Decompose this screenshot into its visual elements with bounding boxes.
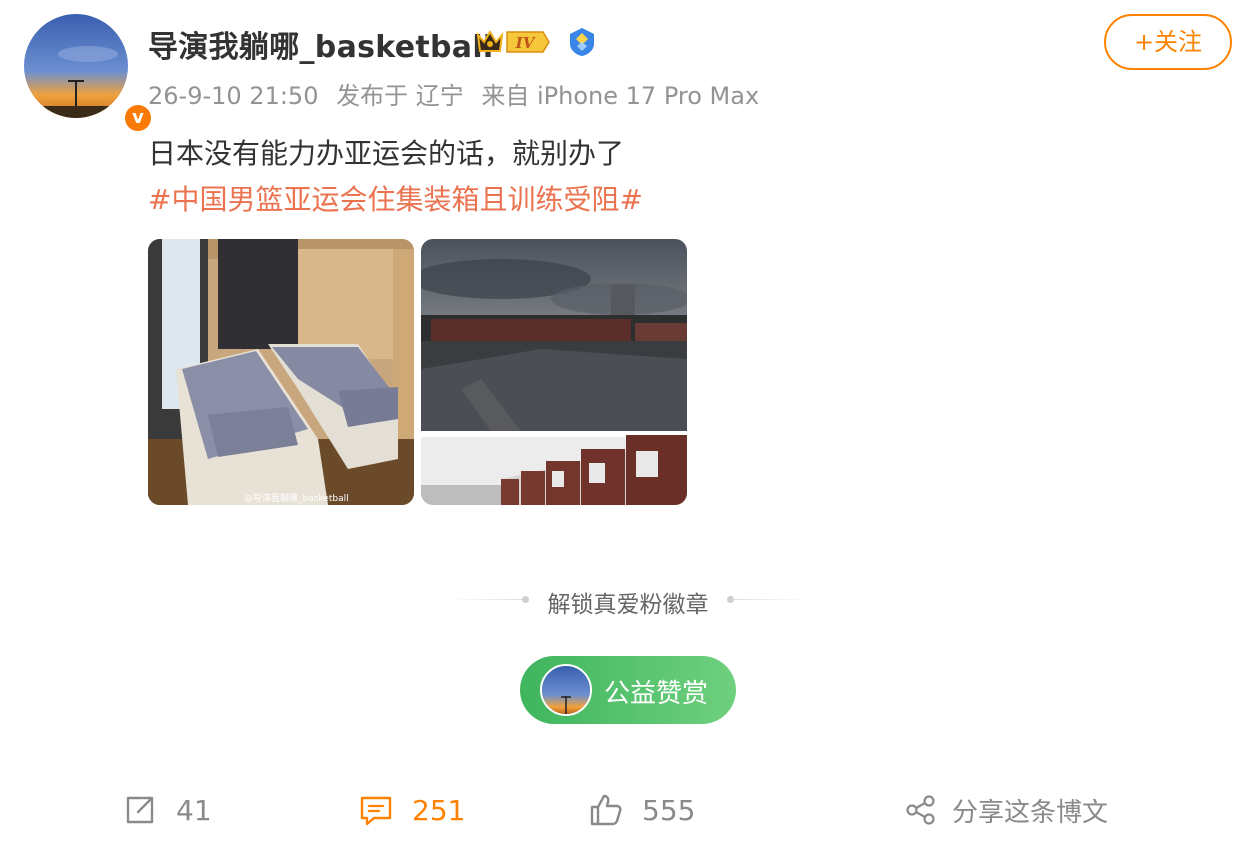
share-icon: [906, 795, 935, 825]
post-hashtag[interactable]: #中国男篮亚运会住集装箱且训练受阻#: [148, 178, 643, 218]
honor-medal-icon[interactable]: [566, 26, 598, 58]
unlock-fan-badge[interactable]: 解锁真爱粉徽章: [448, 585, 808, 618]
like-button[interactable]: 555: [588, 790, 695, 830]
repost-button[interactable]: 41: [122, 790, 212, 830]
share-button[interactable]: 分享这条博文: [904, 790, 1108, 830]
comment-icon: [360, 796, 392, 826]
follow-button[interactable]: +关注: [1104, 14, 1232, 70]
svg-text:@导演我躺哪_basketball: @导演我躺哪_basketball: [244, 492, 349, 504]
post-time[interactable]: 26-9-10 21:50: [148, 82, 318, 110]
repost-icon: [126, 796, 154, 824]
charity-reward-button[interactable]: 公益赞赏: [520, 656, 736, 724]
like-count: 555: [642, 793, 696, 827]
share-label: 分享这条博文: [952, 797, 1109, 828]
post-text: 日本没有能力办亚运会的话，就别办了: [148, 137, 625, 170]
post-meta: 26-9-10 21:50 发布于 辽宁 来自 iPhone 17 Pro Ma…: [148, 76, 769, 111]
author-name[interactable]: 导演我躺哪_basketball: [148, 22, 494, 66]
divider-right: [732, 599, 808, 600]
repost-count: 41: [176, 793, 212, 827]
thumbs-up-icon: [590, 794, 622, 826]
donate-label: 公益赞赏: [604, 679, 709, 709]
crown-icon: [475, 27, 505, 55]
unlock-label: 解锁真爱粉徽章: [547, 592, 709, 618]
post-location: 发布于 辽宁: [336, 82, 464, 110]
post-image-containers[interactable]: [421, 239, 687, 505]
comment-count: 251: [412, 793, 466, 827]
level-badge: IV: [505, 30, 551, 54]
author-avatar[interactable]: v: [24, 14, 154, 134]
post-image-bedroom[interactable]: @导演我躺哪_basketball: [148, 239, 414, 505]
comment-button[interactable]: 251: [358, 790, 465, 830]
post-source: 来自 iPhone 17 Pro Max: [481, 82, 760, 110]
donate-avatar: [540, 664, 592, 716]
svg-text:IV: IV: [515, 34, 536, 52]
